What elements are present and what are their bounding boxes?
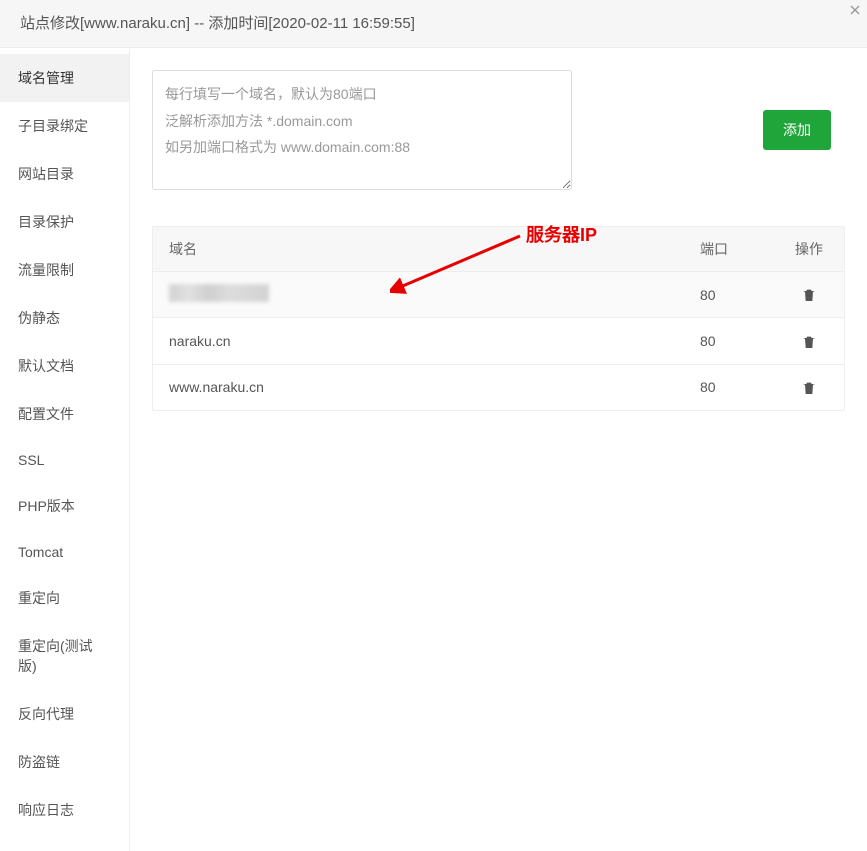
table-row: 80 xyxy=(153,272,844,318)
sidebar: 域名管理 子目录绑定 网站目录 目录保护 流量限制 伪静态 默认文档 配置文件 … xyxy=(0,48,130,851)
sidebar-item-dirprotect[interactable]: 目录保护 xyxy=(0,198,129,246)
domain-table: 域名 端口 操作 80 naraku.cn 80 xyxy=(152,226,845,411)
table-row: naraku.cn 80 xyxy=(153,318,844,364)
sidebar-item-domain[interactable]: 域名管理 xyxy=(0,54,129,102)
add-button[interactable]: 添加 xyxy=(763,110,831,150)
sidebar-item-traffic[interactable]: 流量限制 xyxy=(0,246,129,294)
table-row: www.naraku.cn 80 xyxy=(153,364,844,410)
trash-icon[interactable] xyxy=(801,379,817,396)
table-header-row: 域名 端口 操作 xyxy=(153,227,844,272)
sidebar-item-rewrite[interactable]: 伪静态 xyxy=(0,294,129,342)
trash-icon[interactable] xyxy=(801,286,817,303)
cell-domain: www.naraku.cn xyxy=(153,364,684,410)
cell-domain: naraku.cn xyxy=(153,318,684,364)
sidebar-item-php[interactable]: PHP版本 xyxy=(0,482,129,530)
sidebar-item-ssl[interactable]: SSL xyxy=(0,438,129,482)
trash-icon[interactable] xyxy=(801,332,817,349)
sidebar-item-proxy[interactable]: 反向代理 xyxy=(0,690,129,738)
modal-title: 站点修改[www.naraku.cn] -- 添加时间[2020-02-11 1… xyxy=(20,15,415,32)
sidebar-item-responselog[interactable]: 响应日志 xyxy=(0,786,129,834)
modal-header: 站点修改[www.naraku.cn] -- 添加时间[2020-02-11 1… xyxy=(0,0,867,48)
sidebar-item-defaultdoc[interactable]: 默认文档 xyxy=(0,342,129,390)
col-action: 操作 xyxy=(774,227,844,272)
col-domain: 域名 xyxy=(153,227,684,272)
sidebar-item-tomcat[interactable]: Tomcat xyxy=(0,530,129,574)
cell-port: 80 xyxy=(684,318,774,364)
sidebar-item-subdir[interactable]: 子目录绑定 xyxy=(0,102,129,150)
sidebar-item-redirect-beta[interactable]: 重定向(测试版) xyxy=(0,622,129,690)
close-icon[interactable] xyxy=(837,0,867,28)
cell-port: 80 xyxy=(684,272,774,318)
cell-port: 80 xyxy=(684,364,774,410)
modal-body: 域名管理 子目录绑定 网站目录 目录保护 流量限制 伪静态 默认文档 配置文件 … xyxy=(0,48,867,851)
content-panel: 添加 服务器IP 域名 端口 操作 xyxy=(130,48,867,851)
sidebar-item-redirect[interactable]: 重定向 xyxy=(0,574,129,622)
sidebar-item-sitedir[interactable]: 网站目录 xyxy=(0,150,129,198)
col-port: 端口 xyxy=(684,227,774,272)
sidebar-item-config[interactable]: 配置文件 xyxy=(0,390,129,438)
sidebar-item-antileech[interactable]: 防盗链 xyxy=(0,738,129,786)
add-domain-row: 添加 xyxy=(152,70,845,190)
domain-input[interactable] xyxy=(152,70,572,190)
cell-domain xyxy=(153,272,684,318)
